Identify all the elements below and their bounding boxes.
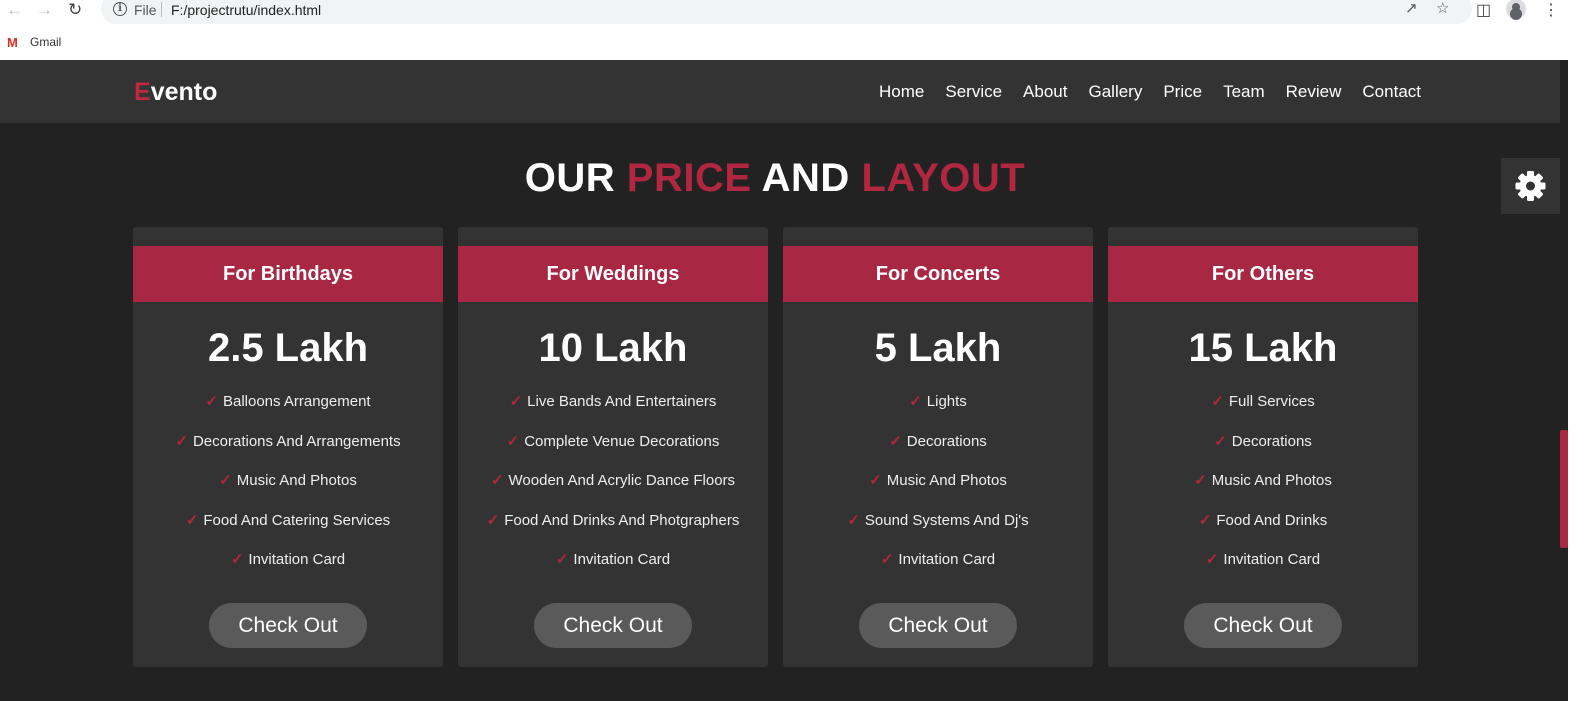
check-icon: ✓ [175,432,188,450]
nav-about[interactable]: About [1023,82,1067,102]
check-out-button[interactable]: Check Out [209,603,367,648]
check-icon: ✓ [486,511,500,529]
check-icon: ✓ [185,511,199,529]
main-nav: Home Service About Gallery Price Team Re… [879,82,1421,102]
card-price: 5 Lakh [874,326,1002,370]
feature-item: ✓ Decorations [889,432,987,450]
bookmark-gmail[interactable]: Gmail [30,35,61,49]
scrollbar-thumb[interactable] [1560,430,1568,548]
feature-item: ✓ Wooden And Acrylic Dance Floors [490,472,736,489]
page-scrollbar[interactable] [1560,60,1568,701]
check-out-button[interactable]: Check Out [534,603,692,648]
feature-list: ✓ Live Bands And Entertainers ✓ Complete V… [458,392,768,590]
url-text[interactable]: F:/projectrutu/index.html [171,2,321,18]
card-price: 15 Lakh [1188,326,1338,370]
pricing-card-weddings: For Weddings 10 Lakh ✓ Live Bands And Ent… [458,227,768,667]
check-icon: ✓ [555,551,569,568]
check-icon: ✓ [880,551,894,568]
pricing-cards: For Birthdays 2.5 Lakh ✓ Balloons Arrange… [133,227,1418,667]
gear-icon [1515,171,1546,201]
feature-item: ✓ Sound Systems And Dj's [847,511,1029,529]
check-icon: ✓ [1198,511,1212,529]
menu-kebab-icon[interactable]: ⋮ [1543,0,1559,20]
section-title: OUR PRICE AND LAYOUT [524,156,1026,200]
feature-item: ✓ Invitation Card [1205,551,1321,568]
nav-price[interactable]: Price [1163,82,1202,102]
forward-arrow-icon[interactable]: → [36,0,53,22]
check-icon: ✓ [1194,472,1207,489]
feature-item: ✓ Invitation Card [230,551,346,568]
feature-item: ✓ Food And Drinks And Photgraphers [486,511,740,529]
card-price: 10 Lakh [538,326,688,370]
feature-item: ✓ Music And Photos [869,472,1007,489]
feature-item: ✓ Lights [909,393,967,410]
card-price: 2.5 Lakh [207,326,369,370]
bookmarks-bar: M Gmail [0,30,1591,54]
feature-item: ✓ Live Bands And Entertainers [509,393,717,410]
check-icon: ✓ [506,432,520,450]
check-icon: ✓ [230,551,244,568]
check-icon: ✓ [1211,393,1224,410]
side-panel-icon[interactable]: ◫ [1476,0,1491,20]
feature-item: ✓ Decorations [1214,432,1312,450]
profile-avatar[interactable] [1506,0,1526,19]
feature-item: ✓ Full Services [1211,393,1315,410]
card-title: For Birthdays [133,246,443,302]
check-out-button[interactable]: Check Out [1184,603,1342,648]
feature-list: ✓ Lights ✓ Decorations ✓ Music And Photos ✓… [783,392,1093,590]
nav-home[interactable]: Home [879,82,924,102]
feature-item: ✓ Invitation Card [555,551,671,568]
nav-service[interactable]: Service [945,82,1002,102]
check-icon: ✓ [490,472,504,489]
separator [161,2,162,17]
feature-item: ✓ Complete Venue Decorations [506,432,720,450]
browser-chrome: ← → ↻ i File F:/projectrutu/index.html ↗… [0,0,1591,60]
feature-item: ✓ Food And Catering Services [185,511,391,529]
nav-contact[interactable]: Contact [1362,82,1421,102]
feature-item: ✓ Food And Drinks [1198,511,1328,529]
check-icon: ✓ [869,472,882,489]
check-icon: ✓ [1214,432,1227,450]
address-row: ← → ↻ i File F:/projectrutu/index.html ↗… [0,0,1591,24]
card-title: For Weddings [458,246,768,302]
back-arrow-icon[interactable]: ← [6,0,23,22]
site-logo[interactable]: Evento [134,78,217,107]
feature-item: ✓ Balloons Arrangement [205,393,371,410]
share-icon[interactable]: ↗ [1405,0,1418,17]
pricing-card-others: For Others 15 Lakh ✓ Full Services ✓ Decor… [1108,227,1418,667]
star-icon[interactable]: ☆ [1436,0,1449,17]
check-icon: ✓ [219,472,232,489]
feature-list: ✓ Balloons Arrangement ✓ Decorations And A… [133,392,443,590]
site-header: Evento Home Service About Gallery Price … [0,60,1560,123]
reload-icon[interactable]: ↻ [68,0,82,22]
feature-list: ✓ Full Services ✓ Decorations ✓ Music And P… [1108,392,1418,590]
window-edge [1568,60,1591,701]
card-title: For Others [1108,246,1418,302]
file-label: File [134,2,157,18]
page-viewport: Evento Home Service About Gallery Price … [0,60,1560,701]
feature-item: ✓ Music And Photos [1194,472,1332,489]
settings-toggle[interactable] [1501,158,1560,214]
card-title: For Concerts [783,246,1093,302]
check-icon: ✓ [509,393,523,410]
pricing-card-birthdays: For Birthdays 2.5 Lakh ✓ Balloons Arrange… [133,227,443,667]
feature-item: ✓ Decorations And Arrangements [175,432,401,450]
check-icon: ✓ [205,393,218,410]
check-icon: ✓ [847,511,860,529]
nav-review[interactable]: Review [1286,82,1342,102]
check-out-button[interactable]: Check Out [859,603,1017,648]
info-icon[interactable]: i [113,2,127,16]
feature-item: ✓ Invitation Card [880,551,996,568]
address-bar[interactable]: i File F:/projectrutu/index.html ↗ ☆ [101,0,1472,24]
nav-gallery[interactable]: Gallery [1088,82,1142,102]
pricing-card-concerts: For Concerts 5 Lakh ✓ Lights ✓ Decorations… [783,227,1093,667]
nav-team[interactable]: Team [1223,82,1265,102]
check-icon: ✓ [889,432,902,450]
gmail-icon[interactable]: M [7,35,18,50]
feature-item: ✓ Music And Photos [219,472,357,489]
check-icon: ✓ [1205,551,1219,568]
check-icon: ✓ [909,393,922,410]
